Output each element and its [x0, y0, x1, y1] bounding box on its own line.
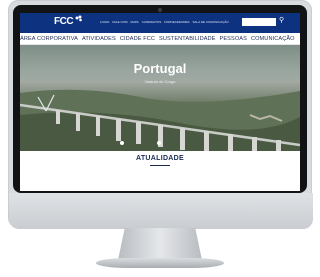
nav-item-communication[interactable]: COMUNICAÇÃO: [251, 36, 295, 42]
webcam-icon: [158, 8, 162, 12]
hero-title: Portugal: [133, 61, 187, 76]
slider-dot-2[interactable]: [157, 141, 161, 145]
nav-item-city[interactable]: CIDADE FCC: [120, 36, 155, 42]
nav-item-activities[interactable]: ATIVIDADES: [82, 36, 116, 42]
top-link-login[interactable]: LOGIN: [100, 20, 109, 24]
website-screen: FCC LOGIN FALE COM MAPA CANDIDATOS FORNE…: [20, 13, 300, 191]
monitor-base: [96, 258, 224, 268]
top-link-contact[interactable]: FALE COM: [112, 20, 127, 24]
logo-mark-icon: [75, 15, 82, 22]
top-link-candidates[interactable]: CANDIDATOS: [142, 20, 161, 24]
nav-item-corporate[interactable]: ÁREA CORPORATIVA: [20, 36, 78, 42]
monitor: FCC LOGIN FALE COM MAPA CANDIDATOS FORNE…: [8, 0, 313, 229]
main-nav: ÁREA CORPORATIVA ATIVIDADES CIDADE FCC S…: [20, 33, 300, 45]
news-title: ATUALIDADE: [136, 155, 184, 162]
screen-bezel: FCC LOGIN FALE COM MAPA CANDIDATOS FORNE…: [13, 5, 307, 193]
top-link-suppliers[interactable]: FORNECEDORES: [164, 20, 189, 24]
top-link-map[interactable]: MAPA: [131, 20, 139, 24]
top-links: LOGIN FALE COM MAPA CANDIDATOS FORNECEDO…: [100, 20, 229, 24]
fcc-logo[interactable]: FCC: [54, 16, 74, 27]
nav-item-sustainability[interactable]: SUSTENTABILIDADE: [159, 36, 216, 42]
news-section: ATUALIDADE: [20, 151, 300, 191]
slider-dot-1[interactable]: [120, 141, 124, 145]
top-link-press-room[interactable]: SALA DE COMUNICAÇÃO: [193, 20, 229, 24]
search-input[interactable]: [242, 18, 276, 26]
title-underline: [150, 165, 170, 166]
nav-item-people[interactable]: PESSOAS: [220, 36, 247, 42]
top-bar: FCC LOGIN FALE COM MAPA CANDIDATOS FORNE…: [20, 13, 300, 33]
hero-banner: Portugal Viaduto do Corgo: [20, 45, 300, 151]
monitor-stand: [118, 228, 202, 260]
search-icon[interactable]: ⚲: [279, 16, 284, 24]
hero-subtitle: Viaduto do Corgo: [144, 79, 176, 84]
monitor-chin: [9, 193, 313, 229]
